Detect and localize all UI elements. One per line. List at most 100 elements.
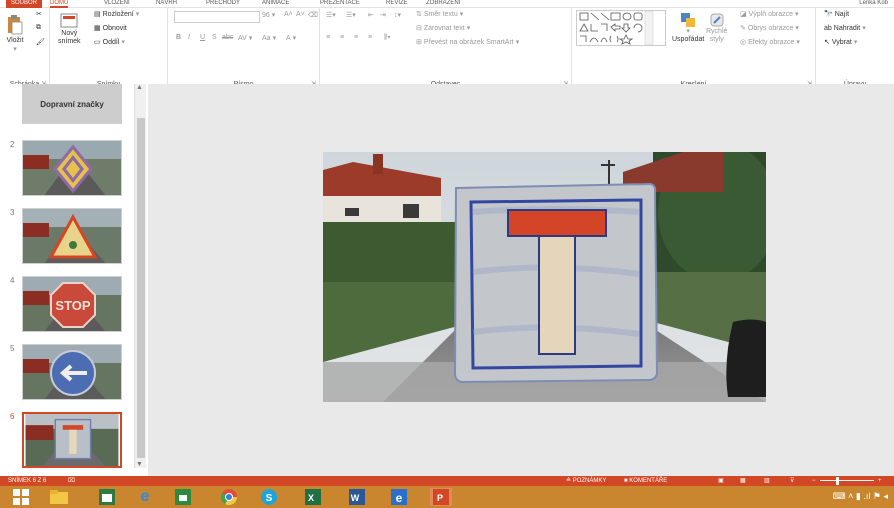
tab-transitions[interactable]: PŘECHODY [206,0,240,8]
group-editing: 🔭Najít abNahradit▾ ↖Vybrat▾ Úpravy [816,8,894,90]
zoom-out-button[interactable]: − [812,476,816,486]
taskbar-chrome[interactable] [218,488,240,506]
strikethrough-button[interactable]: abc [222,34,233,41]
change-case-button[interactable]: Aa ▾ [262,34,276,43]
taskbar-excel[interactable]: X [302,488,324,506]
shapes-gallery[interactable] [576,10,666,46]
svg-text:X: X [308,493,314,503]
arrange-button[interactable]: ▾ Uspořádat [672,12,704,44]
underline-button[interactable]: U [200,34,205,41]
zoom-slider[interactable] [820,480,874,481]
find-label: Najít [834,10,850,18]
taskbar-skype[interactable]: S [258,488,280,506]
shrink-font-button[interactable]: A˅ [296,11,305,18]
notes-button[interactable]: ≙ POZNÁMKY [566,476,606,486]
taskbar-powerpoint[interactable]: P [430,488,452,506]
keyboard-icon[interactable]: ⌨ [833,491,846,501]
line-spacing-button[interactable]: ↕▾ [394,11,401,19]
slide-thumbnail-3[interactable] [22,208,122,264]
select-button[interactable]: ↖ Vybrat ▾ [824,38,857,47]
slide-thumbnail-1[interactable]: Dopravní značky [22,84,122,124]
zoom-in-button[interactable]: + [878,476,882,486]
taskbar-word[interactable]: W [346,488,368,506]
slide-photo[interactable] [323,152,766,402]
chevron-down-icon: ▾ [271,12,276,19]
tab-animations[interactable]: ANIMACE [262,0,289,8]
taskbar-store-2[interactable] [172,488,194,506]
tab-view[interactable]: ZOBRAZENÍ [426,0,460,8]
cut-button[interactable]: ✂ [36,10,42,18]
increase-indent-button[interactable]: ⇥ [380,11,386,19]
scroll-up-icon[interactable]: ▲ [136,84,143,91]
columns-button[interactable]: ⫼▾ [384,34,391,42]
numbering-button[interactable]: ☰▾ [346,11,356,19]
font-name-input[interactable] [174,11,260,23]
character-spacing-button[interactable]: AV ▾ [238,34,252,43]
taskbar-ie[interactable]: e [134,488,156,506]
format-painter-button[interactable]: 🖌 [36,38,45,46]
paste-button[interactable]: Vložit ▾ [6,14,24,53]
flag-icon[interactable]: ⚑ [873,491,881,501]
bullets-button[interactable]: ☰▾ [326,11,336,19]
shape-effects-button[interactable]: ◎ Efekty obrazce ▾ [740,38,800,47]
chevron-up-icon[interactable]: ˄ [848,491,856,501]
copy-icon: ⧉ [36,24,41,31]
slide-thumbnail-4[interactable]: STOP [22,276,122,332]
scroll-down-icon[interactable]: ▼ [136,461,143,468]
layout-button[interactable]: ▤ Rozložení ▾ [94,10,139,19]
slide-thumbnail-2[interactable] [22,140,122,196]
comments-button[interactable]: ■ KOMENTÁŘE [624,476,667,486]
scrollbar-thumb[interactable] [137,118,145,458]
shadow-button[interactable]: S [212,34,217,41]
normal-view-button[interactable]: ▣ [718,476,724,486]
tab-slideshow[interactable]: PREZENTACE [320,0,360,8]
volume-icon[interactable]: ◂ [883,491,888,501]
tab-file[interactable]: SOUBOR [6,0,42,8]
slideshow-button[interactable]: ⊽ [790,476,794,486]
align-right-button[interactable]: ≡ [354,34,358,41]
italic-button[interactable]: I [188,34,190,41]
start-button[interactable] [10,488,32,506]
tab-review[interactable]: REVIZE [386,0,408,8]
grow-font-button[interactable]: A˄ [284,11,293,18]
tab-insert[interactable]: VLOŽENÍ [104,0,130,8]
slide-thumbnail-6[interactable] [22,412,122,468]
decrease-indent-button[interactable]: ⇤ [368,11,374,19]
slide-sorter-button[interactable]: ▦ [740,476,746,486]
font-color-button[interactable]: A ▾ [286,34,296,43]
slide-thumbnail-5[interactable] [22,344,122,400]
thumbnails-scrollbar[interactable]: ▲ ▼ [134,84,146,468]
align-text-button[interactable]: ⊟ Zarovnat text ▾ [416,24,470,33]
network-icon[interactable]: ▮ [856,491,861,501]
justify-button[interactable]: ≡ [368,34,372,41]
shape-outline-button[interactable]: ✎ Obrys obrazce ▾ [740,24,799,33]
spellcheck-icon[interactable]: ⌧ [68,476,75,486]
smartart-button[interactable]: ⊞ Převést na obrázek SmartArt ▾ [416,38,519,47]
taskbar-ie-2[interactable]: e [388,488,410,506]
quick-styles-button[interactable]: Rychlé styly [706,12,727,44]
tab-home[interactable]: DOMŮ [50,0,69,8]
user-name[interactable]: Lenka Kob [859,0,888,6]
signal-icon[interactable]: .ıl [863,491,870,501]
text-direction-button[interactable]: ⇅ Směr textu ▾ [416,10,463,19]
copy-button[interactable]: ⧉ [36,24,41,32]
font-size-input[interactable]: 96 ▾ [262,11,276,20]
bold-button[interactable]: B [176,34,181,41]
clear-formatting-button[interactable]: ⌫ [308,11,318,19]
taskbar-store[interactable] [96,488,118,506]
new-slide-button[interactable]: Nový snímek [58,12,81,46]
system-tray[interactable]: ⌨ ˄ ▮ .ıl ⚑ ◂ [833,491,888,502]
current-slide[interactable] [323,152,766,402]
align-left-button[interactable]: ≡ [326,34,330,41]
zoom-slider-thumb[interactable] [836,477,839,485]
ribbon: Vložit ▾ ✂ ⧉ 🖌 Schránka ⇲ Nový snímek ▤R… [0,8,894,90]
section-button[interactable]: ▭ Oddíl ▾ [94,38,125,47]
tab-design[interactable]: NÁVRH [156,0,177,8]
reset-button[interactable]: ▦ Obnovit [94,24,127,33]
find-button[interactable]: 🔭 Najít [824,10,850,19]
shape-fill-button[interactable]: ◪ Výplň obrazce ▾ [740,10,799,19]
center-button[interactable]: ≡ [340,34,344,41]
taskbar-explorer[interactable] [48,488,70,506]
reading-view-button[interactable]: ▥ [764,476,770,486]
replace-button[interactable]: ab Nahradit ▾ [824,24,866,33]
